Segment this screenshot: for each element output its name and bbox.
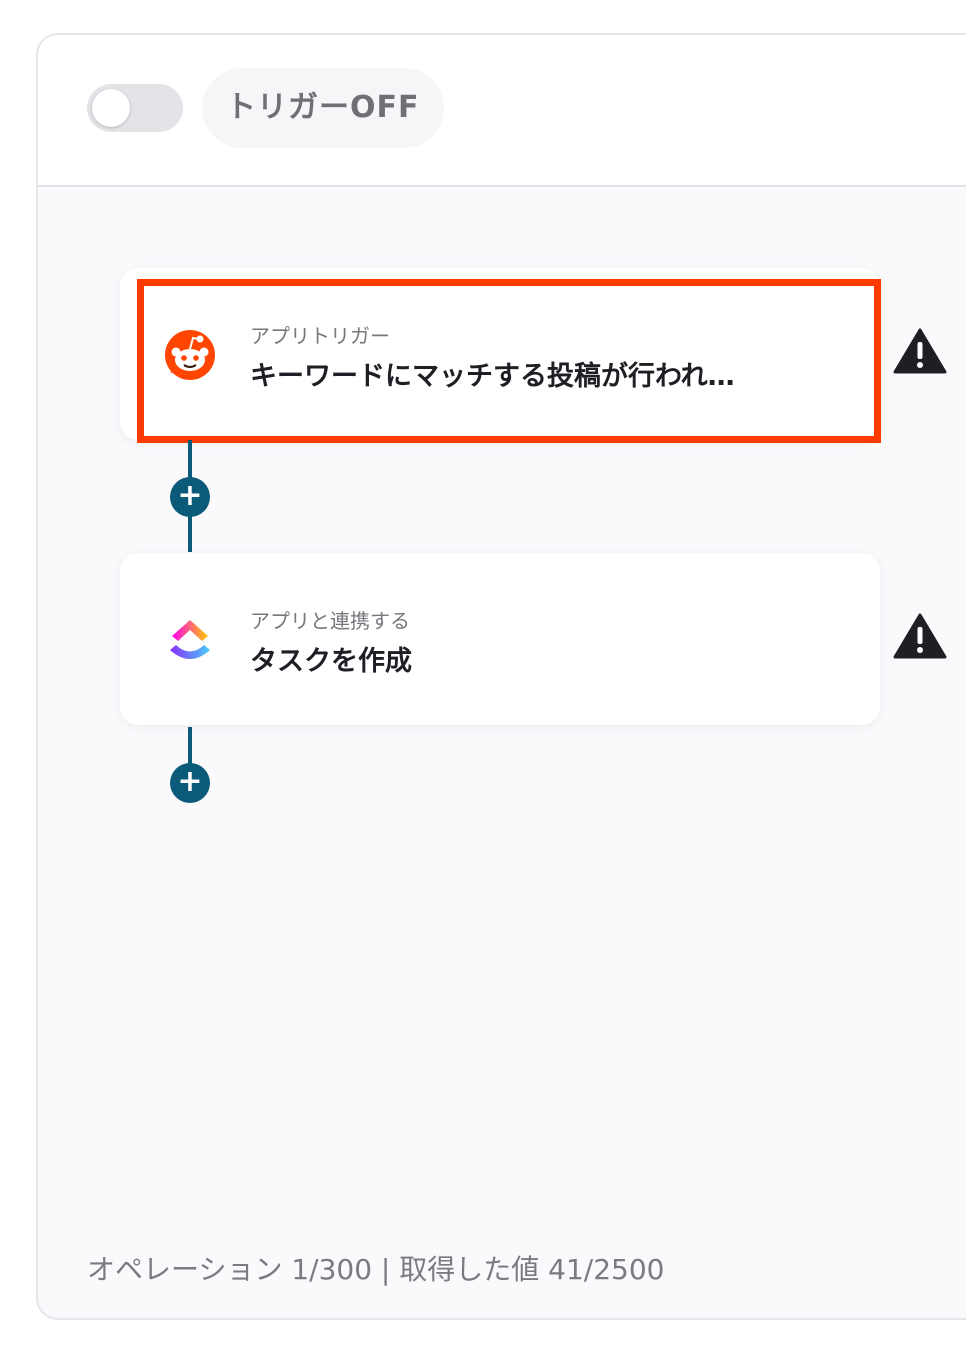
- toggle-knob: [92, 89, 130, 127]
- step-title: タスクを作成: [250, 646, 412, 677]
- step-subtitle: アプリトリガー: [250, 324, 390, 348]
- reddit-icon: [165, 330, 215, 380]
- usage-summary: オペレーション 1/300 | 取得した値 41/2500: [87, 1253, 665, 1286]
- step-card-trigger[interactable]: アプリトリガー キーワードにマッチする投稿が行われ…: [120, 268, 881, 443]
- warning-icon[interactable]: [893, 612, 947, 660]
- panel-header: トリガーOFF: [38, 35, 966, 187]
- step-card-action[interactable]: アプリと連携する タスクを作成: [120, 553, 880, 725]
- step-subtitle: アプリと連携する: [250, 609, 410, 633]
- clickup-icon: [170, 620, 210, 659]
- warning-icon[interactable]: [893, 327, 947, 375]
- trigger-toggle[interactable]: [87, 84, 183, 132]
- trigger-status-label: トリガーOFF: [202, 68, 444, 148]
- step-title: キーワードにマッチする投稿が行われ…: [250, 361, 735, 392]
- add-step-button[interactable]: +: [170, 477, 210, 517]
- add-step-button[interactable]: +: [170, 763, 210, 803]
